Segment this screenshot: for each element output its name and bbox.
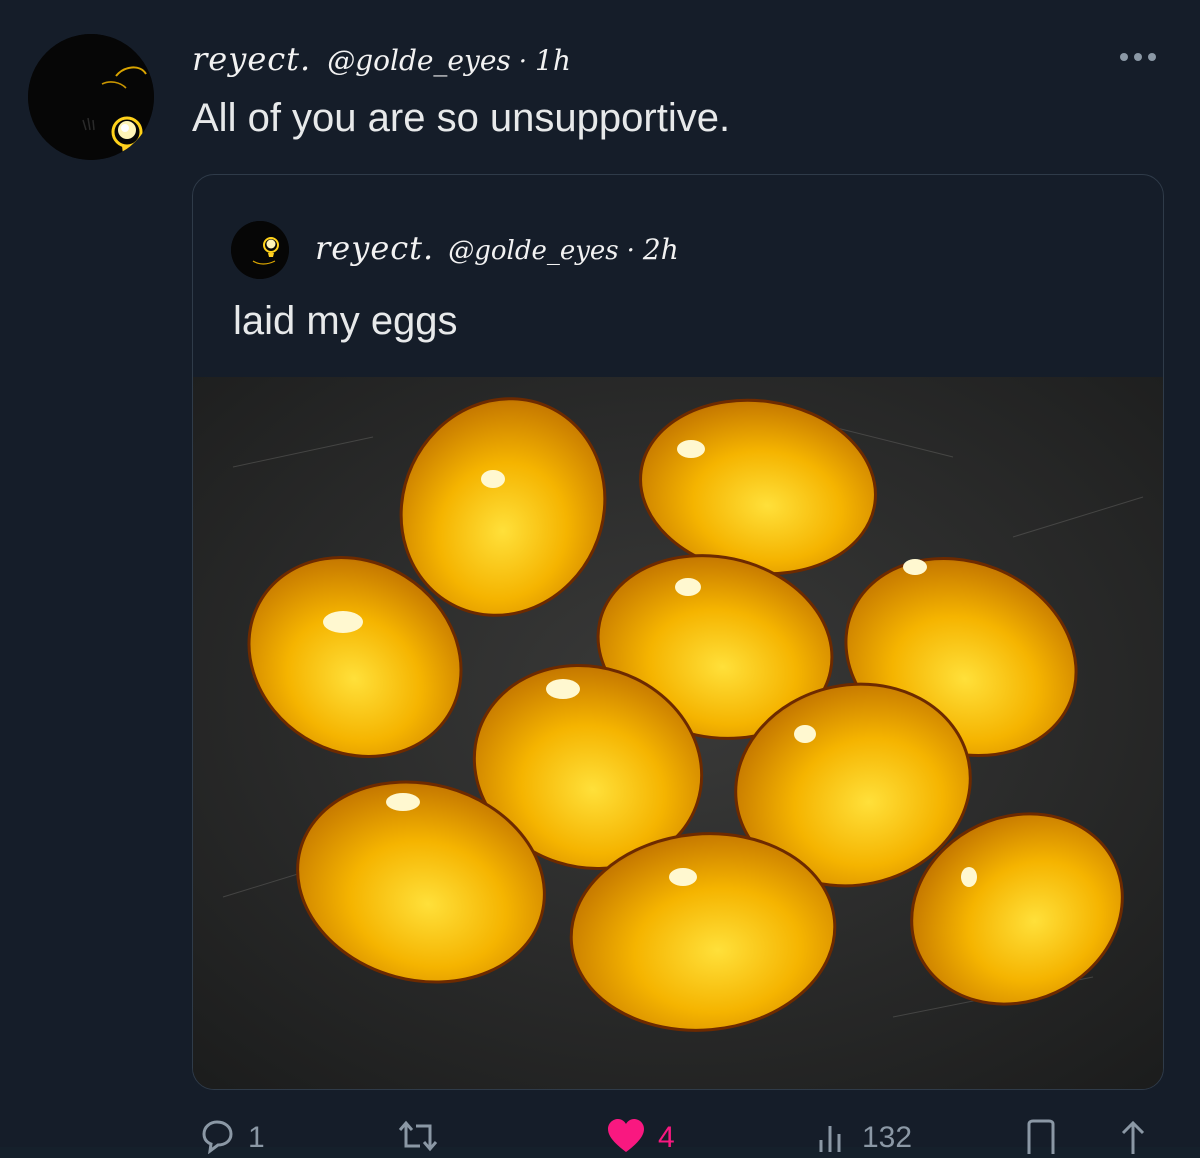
heart-icon [608, 1119, 644, 1152]
quoted-tweet[interactable]: reyect. @golde_eyes · 2h laid my eggs [192, 174, 1164, 1090]
reply-count: 1 [248, 1121, 265, 1154]
quoted-tweet-text: laid my eggs [233, 299, 458, 343]
like-count: 4 [658, 1121, 675, 1154]
reply-icon [202, 1120, 233, 1154]
share-icon [1121, 1120, 1145, 1154]
lightbulb-avatar-icon [231, 221, 289, 279]
bookmark-button[interactable] [1024, 1118, 1058, 1158]
retweet-icon [398, 1120, 438, 1152]
tweet-actions-bar: 1 4 132 [190, 1108, 1180, 1158]
eggs-photo [193, 377, 1163, 1089]
retweet-button[interactable] [396, 1118, 452, 1158]
author-avatar[interactable] [28, 34, 154, 160]
tweet[interactable]: reyect. @golde_eyes · 1h All of you are … [0, 0, 1200, 1154]
quoted-tweet-header: reyect. @golde_eyes · 2h [315, 229, 679, 267]
lightbulb-avatar-icon [28, 34, 154, 160]
header-separator: · [518, 47, 528, 77]
author-handle[interactable]: @golde_eyes [327, 44, 511, 77]
views-count: 132 [862, 1121, 913, 1154]
more-horizontal-icon [1120, 53, 1156, 61]
views-icon [819, 1126, 841, 1152]
like-button[interactable]: 4 [606, 1118, 675, 1158]
bookmark-icon [1027, 1119, 1055, 1154]
views-button[interactable]: 132 [816, 1118, 912, 1158]
quoted-tweet-timestamp[interactable]: 2h [643, 233, 679, 266]
share-button[interactable] [1116, 1118, 1150, 1158]
author-display-name[interactable]: reyect. [192, 40, 311, 78]
quoted-author-display-name[interactable]: reyect. [315, 229, 434, 267]
tweet-text: All of you are so unsupportive. [192, 96, 731, 140]
quoted-tweet-image[interactable] [193, 377, 1163, 1089]
quoted-header-separator: · [626, 236, 635, 266]
reply-button[interactable]: 1 [198, 1118, 265, 1158]
tweet-header: reyect. @golde_eyes · 1h [192, 40, 571, 90]
quoted-author-handle[interactable]: @golde_eyes [448, 236, 618, 266]
tweet-timestamp[interactable]: 1h [535, 44, 571, 77]
quoted-author-avatar[interactable] [231, 221, 289, 279]
more-options-button[interactable] [1114, 46, 1162, 68]
